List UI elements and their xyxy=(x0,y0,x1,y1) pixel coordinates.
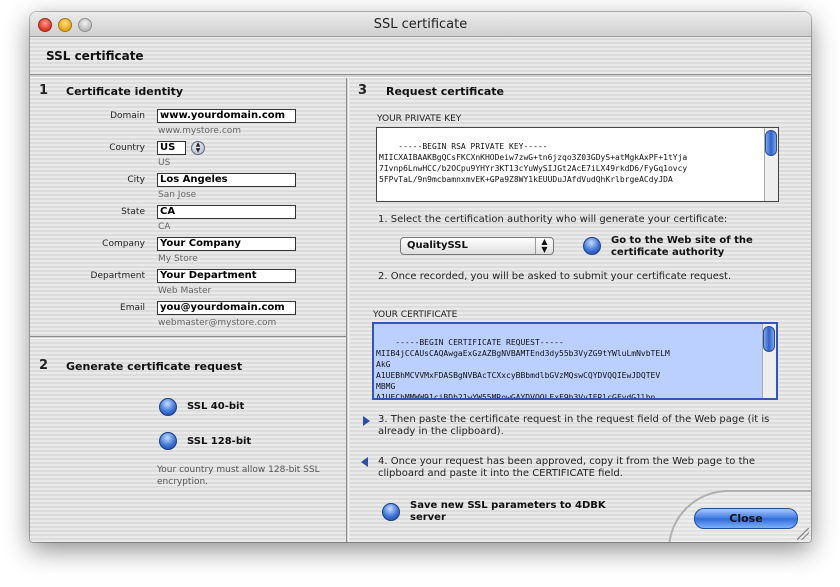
country-hint: US xyxy=(158,158,171,168)
department-hint: Web Master xyxy=(158,286,212,296)
country-stepper-icon[interactable]: ▲ ▼ xyxy=(191,141,205,155)
arrow-left-icon xyxy=(361,457,368,467)
close-button[interactable]: Close xyxy=(694,508,798,529)
goto-authority-label: Go to the Web site of the certificate au… xyxy=(611,235,753,258)
certificate-scrollbar[interactable] xyxy=(762,324,776,398)
step3-text: 3. Then paste the certificate request in… xyxy=(378,414,770,437)
section2-title: Generate certificate request xyxy=(66,360,243,373)
header: SSL certificate xyxy=(30,38,811,78)
authority-selected-value: QualitySSL xyxy=(407,240,468,251)
company-field[interactable]: Your Company xyxy=(157,237,296,251)
save-ssl-label: Save new SSL parameters to 4DBK server xyxy=(410,500,606,523)
authority-select[interactable]: QualitySSL ▲ ▼ xyxy=(400,237,554,255)
step1-text: 1. Select the certification authority wh… xyxy=(378,214,728,225)
certificate-text: -----BEGIN CERTIFICATE REQUEST----- MIIB… xyxy=(376,338,670,400)
private-key-textarea[interactable]: -----BEGIN RSA PRIVATE KEY----- MIICXAIB… xyxy=(376,127,779,202)
step2-text: 2. Once recorded, you will be asked to s… xyxy=(378,271,732,282)
department-label: Department xyxy=(90,271,145,281)
save-ssl-button[interactable] xyxy=(382,503,400,521)
resize-grip-icon[interactable] xyxy=(797,528,809,540)
select-arrows-icon: ▲ ▼ xyxy=(535,238,553,254)
window-title: SSL certificate xyxy=(373,17,468,32)
header-divider xyxy=(30,74,811,78)
company-hint: My Store xyxy=(158,254,198,264)
domain-hint: www.mystore.com xyxy=(158,126,242,136)
section1-title: Certificate identity xyxy=(66,85,184,98)
company-label: Company xyxy=(102,239,145,249)
certificate-textarea[interactable]: -----BEGIN CERTIFICATE REQUEST----- MIIB… xyxy=(372,322,778,400)
ssl-128-bit-label: SSL 128-bit xyxy=(187,436,252,447)
section-divider xyxy=(30,336,346,339)
header-title: SSL certificate xyxy=(46,49,144,63)
state-label: State xyxy=(121,207,145,217)
arrow-right-icon xyxy=(363,416,370,426)
column-divider xyxy=(346,78,349,542)
step4-text: 4. Once your request has been approved, … xyxy=(378,456,755,479)
email-field[interactable]: you@yourdomain.com xyxy=(157,301,296,315)
ssl-40-bit-label: SSL 40-bit xyxy=(187,401,245,412)
goto-authority-button[interactable] xyxy=(583,237,601,255)
private-key-scrollbar[interactable] xyxy=(764,128,778,201)
certificate-scroll-thumb[interactable] xyxy=(763,326,775,352)
private-key-text: -----BEGIN RSA PRIVATE KEY----- MIICXAIB… xyxy=(379,142,688,184)
city-field[interactable]: Los Angeles xyxy=(157,173,296,187)
title-bar: SSL certificate xyxy=(30,12,811,37)
domain-field[interactable]: www.yourdomain.com xyxy=(157,109,296,123)
ssl-128-note: Your country must allow 128-bit SSL encr… xyxy=(157,465,320,487)
country-field[interactable]: US xyxy=(157,141,186,155)
city-label: City xyxy=(127,175,145,185)
country-label: Country xyxy=(109,143,145,153)
certificate-label: YOUR CERTIFICATE xyxy=(373,310,458,320)
department-field[interactable]: Your Department xyxy=(157,269,296,283)
email-hint: webmaster@mystore.com xyxy=(158,318,277,328)
section2-number: 2 xyxy=(39,358,49,373)
ssl-40-bit-button[interactable] xyxy=(159,398,177,416)
domain-label: Domain xyxy=(110,111,145,121)
section1-number: 1 xyxy=(39,83,49,98)
state-hint: CA xyxy=(158,222,171,232)
state-field[interactable]: CA xyxy=(157,205,296,219)
private-key-label: YOUR PRIVATE KEY xyxy=(377,114,462,124)
city-hint: San Jose xyxy=(158,190,197,200)
ssl-certificate-window: SSL certificate SSL certificate 1 Certif… xyxy=(30,12,811,542)
email-label: Email xyxy=(120,303,145,313)
section3-title: Request certificate xyxy=(386,85,504,98)
ssl-128-bit-button[interactable] xyxy=(159,432,177,450)
section3-number: 3 xyxy=(358,83,368,98)
private-key-scroll-thumb[interactable] xyxy=(765,130,777,156)
